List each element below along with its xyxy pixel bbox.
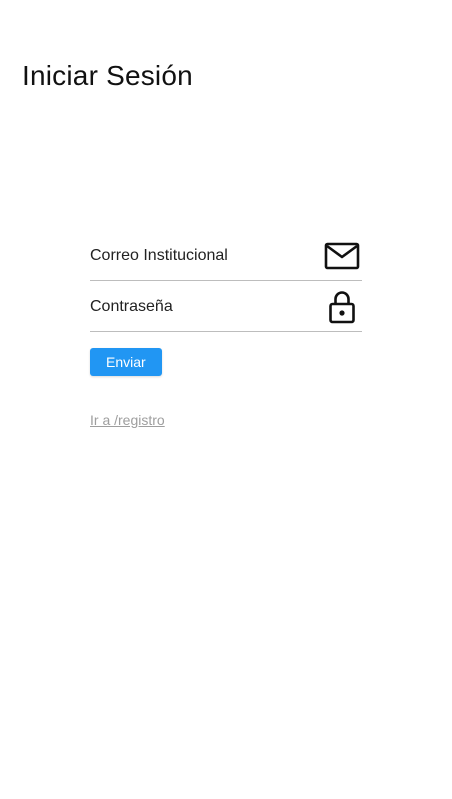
submit-button[interactable]: Enviar [90,348,162,376]
mail-icon [322,236,362,276]
login-page: Iniciar Sesión Enviar Ir [0,0,452,799]
password-field-row [90,283,362,332]
email-field-row [90,232,362,281]
register-link[interactable]: Ir a /registro [90,412,165,428]
page-title: Iniciar Sesión [22,60,193,91]
password-input[interactable] [90,283,322,331]
lock-icon [322,287,362,327]
login-form: Enviar Ir a /registro [90,232,362,430]
email-input[interactable] [90,232,322,280]
